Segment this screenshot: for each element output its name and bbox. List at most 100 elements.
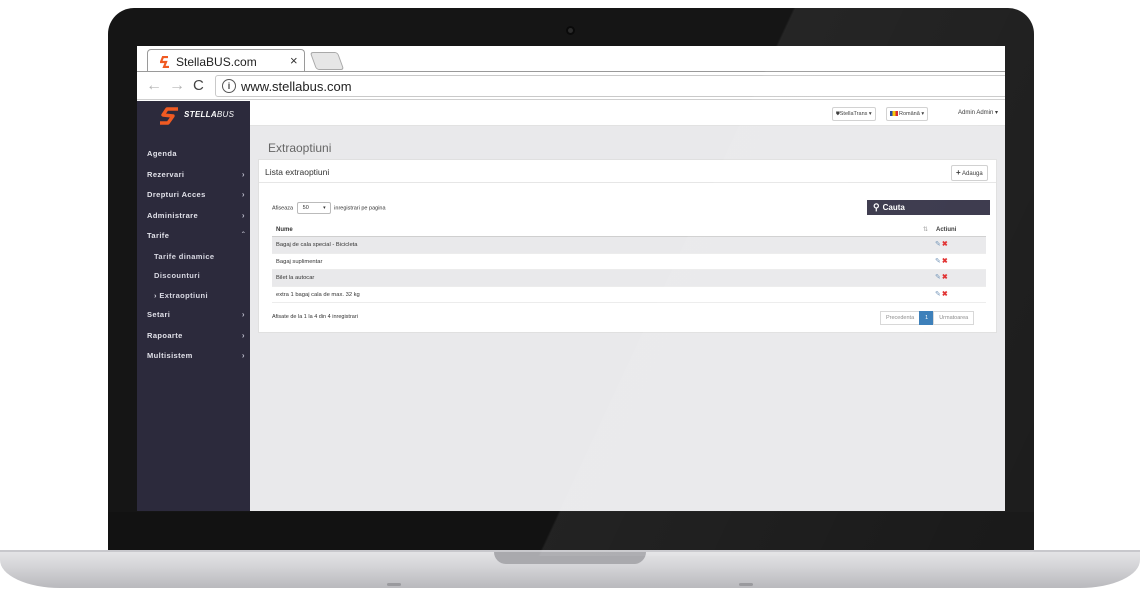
page-size-select[interactable]: 50 ▾ xyxy=(296,202,331,214)
top-navbar: ⛊StellaTrans ▾ Română ▾ Admin Admin ▾ xyxy=(250,101,1005,126)
user-name: Admin Admin xyxy=(958,110,994,116)
page-1-button[interactable]: 1 xyxy=(919,311,935,325)
app: STELLABUS Agenda Rezervari › Drepturi Acc… xyxy=(137,101,1005,511)
language-dropdown[interactable]: Română ▾ xyxy=(886,107,929,121)
delete-icon[interactable]: ✖ xyxy=(942,291,948,298)
sort-icon[interactable]: ⇅ xyxy=(923,223,928,237)
prev-page-button[interactable]: Precedenta xyxy=(880,311,921,325)
laptop-foot xyxy=(387,583,401,586)
sidebar-item-tarife[interactable]: Tarife ˆ xyxy=(137,226,250,247)
reload-icon[interactable]: C xyxy=(193,77,204,94)
chevron-right-icon: › xyxy=(241,351,245,360)
delete-icon[interactable]: ✖ xyxy=(942,241,948,248)
next-page-button[interactable]: Urmatoarea xyxy=(933,311,975,325)
laptop-foot xyxy=(739,583,753,586)
browser-tab[interactable]: StellaBUS.com × xyxy=(147,49,305,72)
sidebar: STELLABUS Agenda Rezervari › Drepturi Acc… xyxy=(137,101,250,511)
row-name: Bagaj suplimentar xyxy=(276,258,323,265)
chevron-right-icon: › xyxy=(241,190,245,199)
sidebar-item-administrare[interactable]: Administrare › xyxy=(137,206,250,227)
table-row: extra 1 bagaj cala de max. 32 kg ✎✖ xyxy=(272,287,986,303)
sidebar-item-discounturi[interactable]: Discounturi xyxy=(137,266,250,286)
laptop-bezel xyxy=(108,512,1034,552)
sidebar-item-label: Rezervari xyxy=(147,169,185,179)
browser-toolbar: ← → C i www.stellabus.com xyxy=(137,72,1005,100)
sidebar-item-label: Discounturi xyxy=(154,271,201,280)
page-title: Extraoptiuni xyxy=(268,141,332,155)
chevron-right-icon: › xyxy=(241,210,245,220)
sidebar-item-multisistem[interactable]: Multisistem › xyxy=(137,346,250,367)
page-size-prefix: Afiseaza xyxy=(272,205,294,212)
extraoptions-table: Nume ⇅ Actiuni Bagaj de cala special - B… xyxy=(272,223,986,303)
sidebar-item-setari[interactable]: Setari › xyxy=(137,305,250,326)
main-content: ⛊StellaTrans ▾ Română ▾ Admin Admin ▾ Ex… xyxy=(250,101,1005,511)
add-button[interactable]: + Adauga xyxy=(951,165,988,181)
sidebar-item-label: Tarife xyxy=(147,231,170,240)
add-label: Adauga xyxy=(962,171,983,177)
panel-divider xyxy=(259,182,996,183)
sidebar-item-extraoptiuni[interactable]: › Extraoptiuni xyxy=(137,285,250,305)
row-name: Bilet la autocar xyxy=(276,275,315,281)
info-icon[interactable]: i xyxy=(222,79,236,93)
sidebar-item-label: Setari xyxy=(147,310,171,319)
sidebar-item-drepturi-acces[interactable]: Drepturi Acces › xyxy=(137,185,250,206)
sidebar-menu: Agenda Rezervari › Drepturi Acces › Admini… xyxy=(137,144,250,367)
page-size-control: Afiseaza 50 ▾ inregistrari pe pagina xyxy=(272,202,386,214)
chevron-up-icon: ˆ xyxy=(241,231,245,240)
language-label: Română xyxy=(899,111,920,117)
table-row: Bagaj de cala special - Bicicleta ✎✖ xyxy=(272,237,986,254)
column-header-actiuni: Actiuni xyxy=(936,227,957,233)
edit-icon[interactable]: ✎ xyxy=(935,291,941,298)
company-label: StellaTrans xyxy=(839,111,868,117)
delete-icon[interactable]: ✖ xyxy=(942,274,948,281)
page-size-suffix: inregistrari pe pagina xyxy=(334,205,386,212)
webcam xyxy=(566,26,575,35)
search-icon: ⚲ xyxy=(873,202,880,212)
stellabus-favicon xyxy=(160,56,169,68)
company-dropdown[interactable]: ⛊StellaTrans ▾ xyxy=(832,107,876,121)
page-size-value: 50 xyxy=(302,205,309,211)
laptop-notch xyxy=(494,552,646,564)
sidebar-item-rezervari[interactable]: Rezervari › xyxy=(137,165,250,186)
back-arrow-icon[interactable]: ← xyxy=(146,77,162,95)
browser-tabstrip: StellaBUS.com × xyxy=(137,46,1005,72)
sidebar-item-label: › Extraoptiuni xyxy=(154,290,208,300)
extraoptions-panel: Lista extraoptiuni + Adauga Afiseaza 50 ▾… xyxy=(258,159,997,333)
table-header: Nume ⇅ Actiuni xyxy=(272,223,986,237)
sidebar-item-agenda[interactable]: Agenda xyxy=(137,144,250,165)
close-tab-icon[interactable]: × xyxy=(290,53,298,68)
row-name: Bagaj de cala special - Bicicleta xyxy=(276,242,358,248)
chevron-right-icon: › xyxy=(241,169,245,179)
plus-icon: + xyxy=(956,168,961,177)
sidebar-item-label: Agenda xyxy=(147,149,177,158)
sidebar-item-rapoarte[interactable]: Rapoarte › xyxy=(137,326,250,347)
pagination: Precedenta 1 Urmatoarea xyxy=(880,311,975,325)
row-name: extra 1 bagaj cala de max. 32 kg xyxy=(276,291,360,298)
url-text[interactable]: www.stellabus.com xyxy=(241,79,352,94)
edit-icon[interactable]: ✎ xyxy=(935,241,941,248)
user-menu[interactable]: Admin Admin ▾ xyxy=(958,109,998,116)
search-placeholder: Cauta xyxy=(882,203,905,212)
sidebar-item-label: Multisistem xyxy=(147,351,193,360)
sidebar-item-label: Rapoarte xyxy=(147,330,183,340)
new-tab-button[interactable] xyxy=(309,52,345,70)
brand-name: STELLABUS xyxy=(184,110,234,119)
edit-icon[interactable]: ✎ xyxy=(935,274,941,281)
sidebar-item-label: Drepturi Acces xyxy=(147,190,206,199)
sidebar-item-label: Tarife dinamice xyxy=(154,251,215,261)
records-info: Afisate de la 1 la 4 din 4 inregistrari xyxy=(272,314,358,320)
chevron-right-icon: › xyxy=(241,330,245,340)
forward-arrow-icon[interactable]: → xyxy=(169,77,185,95)
delete-icon[interactable]: ✖ xyxy=(942,258,948,265)
table-row: Bilet la autocar ✎✖ xyxy=(272,270,986,287)
romania-flag-icon xyxy=(890,110,898,116)
address-bar[interactable]: i www.stellabus.com xyxy=(215,75,1005,97)
column-header-nume[interactable]: Nume xyxy=(276,223,293,237)
brand-name-bold: STELLA xyxy=(184,110,217,119)
search-input[interactable]: ⚲ Cauta xyxy=(867,200,990,215)
sidebar-item-tarife-dinamice[interactable]: Tarife dinamice xyxy=(137,246,250,266)
table-row: Bagaj suplimentar ✎✖ xyxy=(272,254,986,270)
edit-icon[interactable]: ✎ xyxy=(935,258,941,265)
screen: StellaBUS.com × ← → C i www.stellabus.co… xyxy=(137,46,1005,511)
sidebar-item-label: Administrare xyxy=(147,210,199,220)
